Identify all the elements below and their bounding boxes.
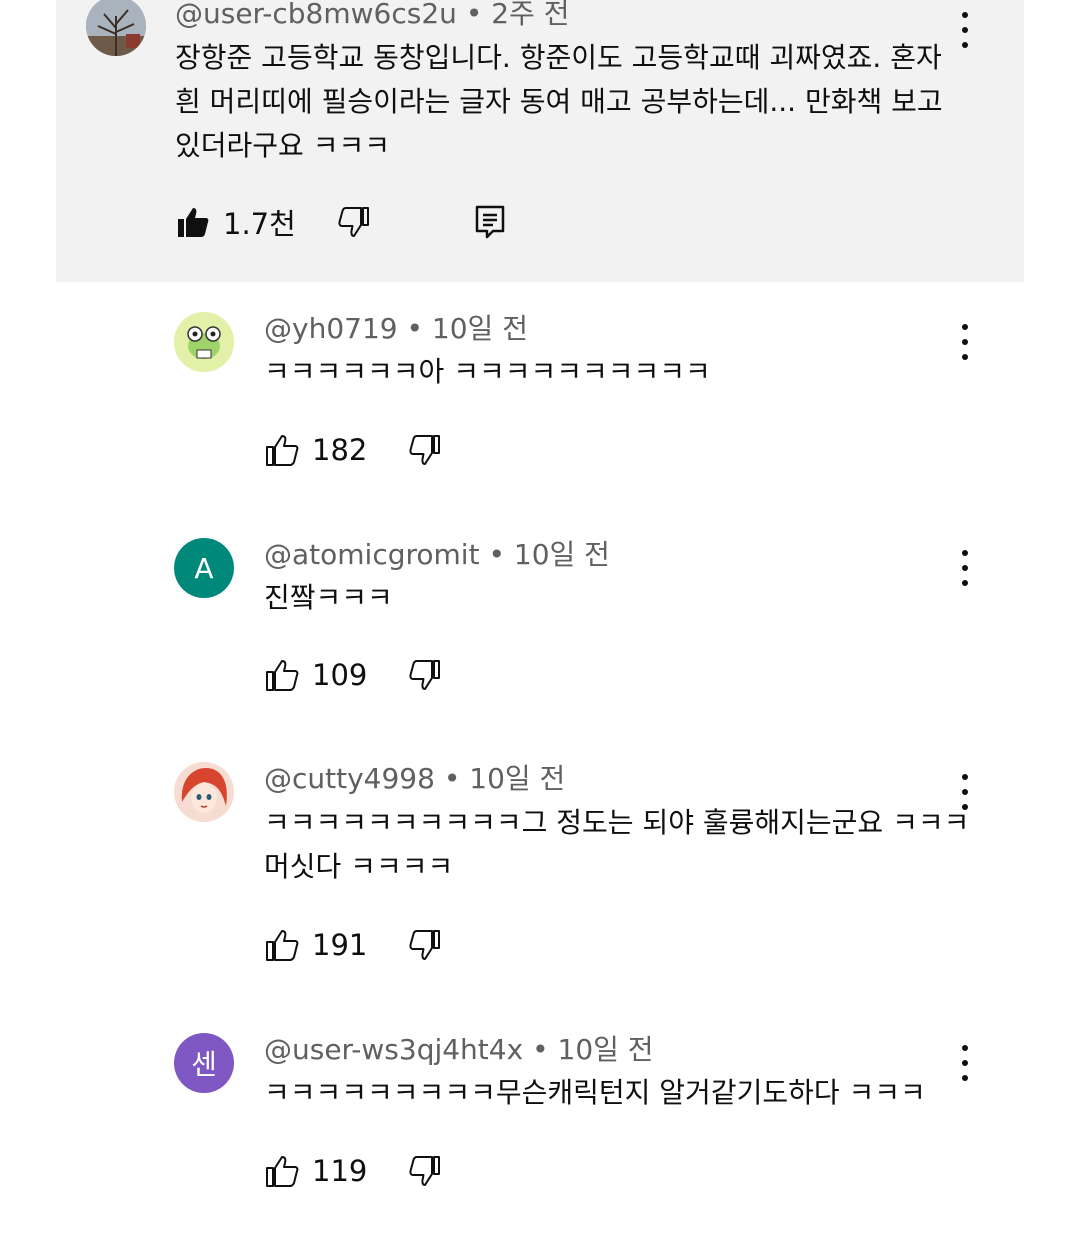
avatar-letter: 센 xyxy=(191,1048,217,1081)
timestamp[interactable]: 10일 전 xyxy=(469,762,565,795)
comment-meta: @user-cb8mw6cs2u • 2주 전 xyxy=(175,0,569,30)
timestamp[interactable]: 2주 전 xyxy=(491,0,569,30)
dislike-icon[interactable] xyxy=(336,204,372,240)
character-avatar-icon xyxy=(174,762,234,822)
username[interactable]: @cutty4998 xyxy=(264,762,435,795)
comment-line: ㅋㅋㅋㅋㅋㅋ아 ㅋㅋㅋㅋㅋㅋㅋㅋㅋㅋ xyxy=(264,355,711,388)
more-vert-icon[interactable] xyxy=(955,772,975,812)
comment-text: ㅋㅋㅋㅋㅋㅋㅋㅋㅋ무슨캐릭턴지 알거같기도하다 ㅋㅋㅋ xyxy=(264,1071,926,1115)
comment-actions: 191 xyxy=(264,923,443,967)
separator: • xyxy=(406,312,423,345)
comment-actions: 119 xyxy=(264,1149,443,1193)
more-vert-icon[interactable] xyxy=(955,1043,975,1083)
separator: • xyxy=(443,762,461,795)
timestamp[interactable]: 10일 전 xyxy=(514,538,610,571)
comment-line: 장항준 고등학교 동창입니다. 항준이도 고등학교때 괴짜였죠. 혼자 xyxy=(175,41,942,74)
like-count: 1.7천 xyxy=(223,207,296,241)
username[interactable]: @user-ws3qj4ht4x xyxy=(264,1033,523,1066)
avatar[interactable] xyxy=(174,762,234,822)
comment-line: 머싯다 ㅋㅋㅋㅋ xyxy=(264,850,454,883)
comment-meta: @yh0719 • 10일 전 xyxy=(264,313,528,345)
like-count: 182 xyxy=(312,433,368,467)
timestamp[interactable]: 10일 전 xyxy=(432,312,528,345)
comment-line: ㅋㅋㅋㅋㅋㅋㅋㅋㅋㅋ그 정도는 되야 훌륭해지는군요 ㅋㅋㅋ xyxy=(264,806,970,839)
comment-meta: @user-ws3qj4ht4x • 10일 전 xyxy=(264,1034,654,1066)
comment-line: 흰 머리띠에 필승이라는 글자 동여 매고 공부하는데... 만화책 보고 xyxy=(175,85,943,118)
comment-text: 진짴ㅋㅋㅋ xyxy=(264,576,393,620)
more-vert-icon[interactable] xyxy=(955,322,975,362)
more-vert-icon[interactable] xyxy=(955,548,975,588)
separator: • xyxy=(532,1033,549,1066)
like-outline-icon[interactable] xyxy=(264,1153,300,1189)
comment-line: 있더라구요 ㅋㅋㅋ xyxy=(175,129,390,162)
dislike-icon[interactable] xyxy=(407,927,443,963)
username[interactable]: @user-cb8mw6cs2u xyxy=(175,0,457,30)
separator: • xyxy=(488,538,505,571)
comment-actions: 109 xyxy=(264,653,443,697)
dislike-icon[interactable] xyxy=(407,657,443,693)
comment-line: 진짴ㅋㅋㅋ xyxy=(264,581,393,614)
username[interactable]: @atomicgromit xyxy=(264,538,480,571)
separator: • xyxy=(465,0,483,30)
dislike-icon[interactable] xyxy=(407,432,443,468)
comment-text: 장항준 고등학교 동창입니다. 항준이도 고등학교때 괴짜였죠. 혼자 흰 머리… xyxy=(175,36,943,168)
dislike-icon[interactable] xyxy=(407,1153,443,1189)
like-outline-icon[interactable] xyxy=(264,657,300,693)
timestamp[interactable]: 10일 전 xyxy=(558,1033,654,1066)
avatar-letter: A xyxy=(194,551,214,585)
comment-actions: 1.7천 xyxy=(175,200,508,244)
comment-meta: @cutty4998 • 10일 전 xyxy=(264,763,565,795)
like-outline-icon[interactable] xyxy=(264,432,300,468)
avatar[interactable]: A xyxy=(174,538,234,598)
comment-actions: 182 xyxy=(264,428,443,472)
comment-text: ㅋㅋㅋㅋㅋㅋㅋㅋㅋㅋ그 정도는 되야 훌륭해지는군요 ㅋㅋㅋ 머싯다 ㅋㅋㅋㅋ xyxy=(264,801,969,889)
like-filled-icon[interactable] xyxy=(175,204,211,240)
comment-meta: @atomicgromit • 10일 전 xyxy=(264,539,610,571)
like-count: 191 xyxy=(312,928,368,962)
comment-text: ㅋㅋㅋㅋㅋㅋ아 ㅋㅋㅋㅋㅋㅋㅋㅋㅋㅋ xyxy=(264,350,711,394)
like-count: 109 xyxy=(312,658,368,692)
like-outline-icon[interactable] xyxy=(264,927,300,963)
username[interactable]: @yh0719 xyxy=(264,312,398,345)
avatar[interactable]: 센 xyxy=(174,1033,234,1093)
comment-line: ㅋㅋㅋㅋㅋㅋㅋㅋㅋ무슨캐릭턴지 알거같기도하다 ㅋㅋㅋ xyxy=(264,1076,926,1109)
like-count: 119 xyxy=(312,1154,368,1188)
frog-avatar-icon xyxy=(174,312,234,372)
avatar[interactable] xyxy=(174,312,234,372)
more-vert-icon[interactable] xyxy=(955,10,975,50)
reply-icon[interactable] xyxy=(472,204,508,240)
